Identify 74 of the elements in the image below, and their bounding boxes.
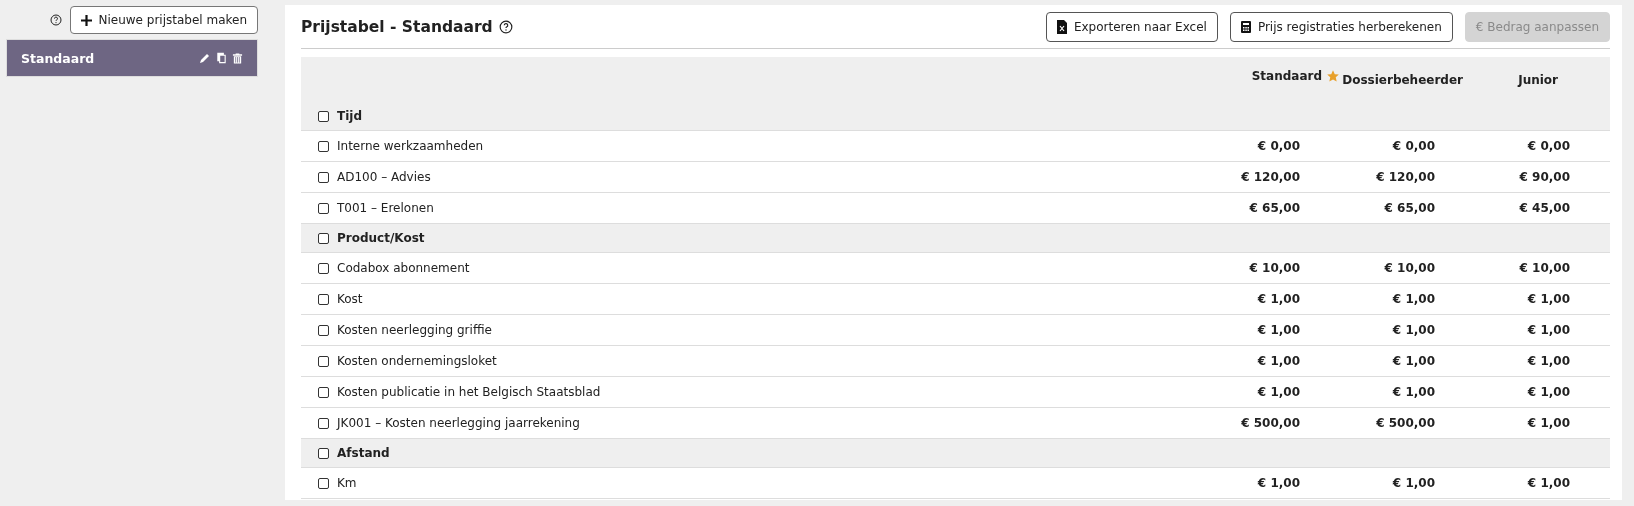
calculator-icon [1240, 20, 1251, 33]
price-cell-text: € 1,00 [1391, 292, 1435, 306]
price-cell-text: € 90,00 [1518, 170, 1571, 184]
item-label: Kosten publicatie in het Belgisch Staatsblad [337, 385, 601, 399]
checkbox[interactable] [318, 386, 329, 398]
checkbox[interactable] [318, 232, 329, 244]
price-cell-text: € 1,00 [1526, 323, 1571, 337]
checkbox[interactable] [318, 171, 329, 183]
toolbar-button[interactable]: Prijs registraties herberekenen [1229, 11, 1453, 42]
price-cell-text: € 1,00 [1256, 385, 1300, 399]
price-cell-text: € 1,00 [1391, 354, 1435, 368]
help-icon[interactable] [498, 19, 513, 34]
checkbox[interactable] [318, 140, 329, 152]
column-header: Standaard [1251, 69, 1322, 83]
price-cell-text: € 500,00 [1240, 416, 1300, 430]
price-cell-text: € 10,00 [1518, 261, 1571, 275]
checkbox[interactable] [318, 447, 329, 459]
item-label: Kosten neerlegging griffie [337, 323, 492, 337]
price-cell-text: € 10,00 [1248, 261, 1300, 275]
price-cell-text: € 45,00 [1518, 201, 1571, 215]
price-cell-text: € 1,00 [1256, 354, 1300, 368]
column-header: Dossierbeheerder [1342, 73, 1463, 87]
price-cell-text: € 1,00 [1256, 292, 1300, 306]
price-cell-text: € 1,00 [1391, 476, 1435, 490]
toolbar-button[interactable]: Exporteren naar Excel [1045, 11, 1218, 42]
plus-icon [81, 14, 93, 26]
price-table-item[interactable]: Standaard [6, 39, 258, 77]
price-cell-text: € 500,00 [1375, 416, 1435, 430]
page-title: Prijstabel - Standaard [301, 17, 493, 36]
checkbox[interactable] [318, 202, 329, 214]
price-cell-text: € 1,00 [1526, 416, 1571, 430]
copy-icon[interactable] [216, 52, 227, 64]
item-label: T001 – Erelonen [337, 201, 434, 215]
checkbox[interactable] [318, 417, 329, 429]
price-cell-text: € 0,00 [1256, 139, 1300, 153]
item-label: Interne werkzaamheden [337, 139, 484, 153]
price-cell-text: € 1,00 [1391, 323, 1435, 337]
price-cell-text: € 1,00 [1526, 354, 1571, 368]
item-label: JK001 – Kosten neerlegging jaarrekening [337, 416, 580, 430]
pencil-icon[interactable] [199, 52, 211, 64]
item-label: Kosten ondernemingsloket [337, 354, 497, 368]
group-label: Afstand [337, 446, 390, 460]
price-table-name: Standaard [21, 50, 95, 66]
price-cell-text: € 1,00 [1256, 323, 1300, 337]
price-cell-text: € 1,00 [1391, 385, 1435, 399]
item-label: Codabox abonnement [337, 261, 470, 275]
group-label: Tijd [337, 109, 362, 123]
item-label: Kost [337, 292, 363, 306]
price-cell-text: € 1,00 [1526, 476, 1571, 490]
checkbox[interactable] [318, 355, 329, 367]
group-label: Product/Kost [337, 231, 425, 245]
excel-file-icon [1056, 19, 1067, 34]
checkbox[interactable] [318, 324, 329, 336]
price-cell-text: € 120,00 [1240, 170, 1300, 184]
checkbox[interactable] [318, 477, 329, 489]
help-icon[interactable] [50, 14, 63, 26]
price-cell-text: € 0,00 [1391, 139, 1435, 153]
trash-icon[interactable] [232, 52, 243, 64]
price-cell-text: € 1,00 [1256, 476, 1300, 490]
new-price-table-button[interactable]: Nieuwe prijstabel maken [70, 6, 258, 34]
item-label: Km [337, 476, 357, 490]
item-label: AD100 – Advies [337, 170, 431, 184]
star-icon [1326, 69, 1340, 83]
price-cell-text: € 10,00 [1383, 261, 1435, 275]
price-cell-text: € 0,00 [1526, 139, 1571, 153]
checkbox[interactable] [318, 110, 329, 122]
checkbox[interactable] [318, 262, 329, 274]
price-cell-text: € 65,00 [1248, 201, 1300, 215]
price-cell-text: € 65,00 [1383, 201, 1435, 215]
checkbox[interactable] [318, 293, 329, 305]
price-cell-text: € 1,00 [1526, 385, 1571, 399]
price-cell-text: € 1,00 [1526, 292, 1571, 306]
column-header: Junior [1518, 73, 1558, 87]
price-cell-text: € 120,00 [1375, 170, 1435, 184]
